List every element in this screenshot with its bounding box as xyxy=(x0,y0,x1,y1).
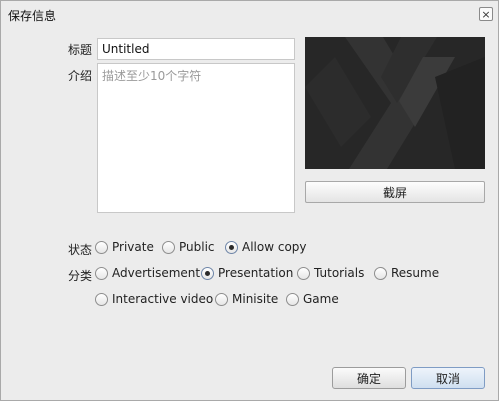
status-label: 状态 xyxy=(68,243,93,257)
radio-icon xyxy=(95,266,108,280)
category-radio-tutorials[interactable]: Tutorials xyxy=(297,266,364,280)
title-bar: 保存信息 × xyxy=(1,1,498,27)
preview-thumbnail xyxy=(305,37,485,169)
category-option-label: Presentation xyxy=(218,266,294,280)
category-radio-presentation[interactable]: Presentation xyxy=(201,266,293,280)
radio-icon xyxy=(201,266,214,280)
category-option-label: Game xyxy=(303,292,339,306)
radio-icon xyxy=(95,292,108,306)
radio-icon xyxy=(95,240,108,254)
radio-icon xyxy=(286,292,299,306)
title-input[interactable] xyxy=(97,38,295,60)
radio-icon xyxy=(225,240,238,254)
status-option-label: Allow copy xyxy=(242,240,307,254)
category-radio-minisite[interactable]: Minisite xyxy=(215,292,278,306)
status-radio-private[interactable]: Private xyxy=(95,240,154,254)
description-label: 介绍 xyxy=(68,69,93,83)
ok-button[interactable]: 确定 xyxy=(332,367,406,389)
category-option-label: Advertisement xyxy=(112,266,201,280)
category-radio-advertisement[interactable]: Advertisement xyxy=(95,266,200,280)
description-textarea[interactable] xyxy=(97,63,295,213)
category-radio-resume[interactable]: Resume xyxy=(374,266,439,280)
category-option-label: Resume xyxy=(391,266,440,280)
status-radio-allow-copy[interactable]: Allow copy xyxy=(225,240,307,254)
radio-icon xyxy=(297,266,310,280)
radio-icon xyxy=(215,292,228,306)
cancel-button[interactable]: 取消 xyxy=(411,367,485,389)
close-button[interactable]: × xyxy=(479,7,493,21)
screenshot-button[interactable]: 截屏 xyxy=(305,181,485,203)
category-radio-game[interactable]: Game xyxy=(286,292,339,306)
close-icon: × xyxy=(481,7,491,21)
status-radio-public[interactable]: Public xyxy=(162,240,215,254)
status-option-label: Public xyxy=(179,240,215,254)
status-option-label: Private xyxy=(112,240,154,254)
radio-icon xyxy=(162,240,175,254)
category-radio-interactive-video[interactable]: Interactive video xyxy=(95,292,213,306)
window-title: 保存信息 xyxy=(8,9,57,23)
category-option-label: Interactive video xyxy=(112,292,214,306)
radio-icon xyxy=(374,266,387,280)
category-option-label: Minisite xyxy=(232,292,279,306)
title-label: 标题 xyxy=(68,43,93,57)
category-label: 分类 xyxy=(68,269,93,283)
preview-graphic xyxy=(305,37,485,169)
category-option-label: Tutorials xyxy=(314,266,365,280)
save-info-dialog: 保存信息 × 标题 介绍 截屏 状态 Private Public Allow … xyxy=(0,0,499,401)
